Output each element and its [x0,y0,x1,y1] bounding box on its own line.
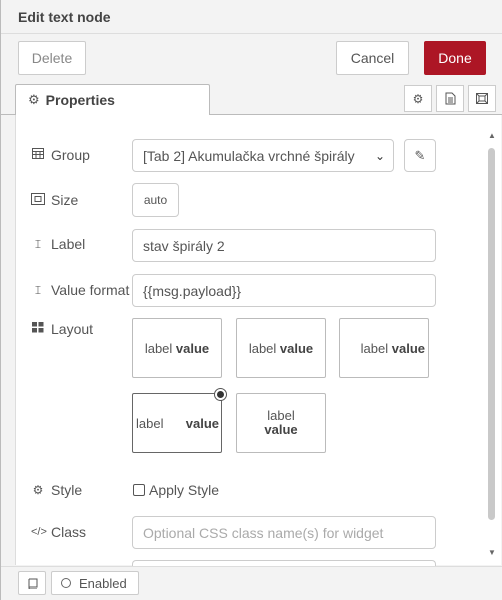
layout-option-row-spread[interactable]: label value [132,393,222,453]
appearance-icon [476,93,488,104]
layout-option-value: value [175,340,210,356]
scroll-down-arrow-icon[interactable]: ▼ [488,548,496,557]
layout-option-label: label [144,340,173,356]
class-label: Class [51,524,87,540]
layout-option-label: label [136,415,164,431]
value-format-input[interactable]: {{msg.payload}} [132,274,436,307]
tray-title: Edit text node [18,9,111,25]
help-book-button[interactable] [18,571,46,595]
layout-label: Layout [51,321,94,337]
apply-style-label[interactable]: Apply Style [149,482,219,498]
chevron-down-icon: ⌄ [374,148,385,163]
style-row-label: ⚙ Style [31,482,83,498]
tab-properties[interactable]: ⚙ Properties [15,84,210,116]
group-select-value: [Tab 2] Akumulačka vrchné špirály [143,147,355,164]
delete-button[interactable]: Delete [18,41,86,75]
tab-settings-icon-button[interactable]: ⚙ [404,85,432,112]
gear-icon: ⚙ [28,92,40,107]
layout-option-value: value [391,340,425,356]
label-row-label: 𝙸 Label [31,236,86,252]
text-cursor-icon: 𝙸 [33,236,43,251]
enabled-toggle[interactable]: Enabled [51,571,139,595]
value-format-row-label: 𝙸 Value format [31,282,130,298]
resize-icon [31,192,45,208]
edit-group-button[interactable]: ✎ [404,139,436,172]
code-icon: </> [31,526,47,538]
tab-properties-label: Properties [45,92,115,108]
grid-icon [31,322,45,336]
gear-icon: ⚙ [412,91,424,106]
class-input[interactable]: Optional CSS class name(s) for widget [132,516,436,549]
tray-header: Edit text node [1,0,502,34]
size-label: Size [51,192,79,208]
layout-option-label: label [267,408,295,423]
layout-option-value: value [279,340,314,356]
circle-icon [61,578,71,588]
enabled-label: Enabled [79,575,127,591]
book-icon [28,578,37,589]
group-label: Group [51,147,90,163]
style-label: Style [51,482,83,498]
layout-option-label: label [248,340,277,356]
scrollbar-thumb[interactable] [488,148,495,520]
layout-option-value: value [264,422,298,437]
done-button[interactable]: Done [424,41,486,75]
value-format-label: Value format [51,282,130,298]
table-icon [31,148,45,162]
layout-option-col-center[interactable]: label value [236,393,326,453]
layout-row-label: Layout [31,321,93,337]
tab-description-icon-button[interactable] [436,85,464,112]
pencil-icon: ✎ [414,147,426,163]
size-row-label: Size [31,192,78,208]
text-cursor-icon: 𝙸 [33,282,43,297]
label-input[interactable]: stav špirály 2 [132,229,436,262]
scroll-up-arrow-icon[interactable]: ▲ [488,131,496,140]
layout-option-row-right[interactable]: label value [339,318,429,378]
tab-appearance-icon-button[interactable] [468,85,496,112]
class-input-placeholder: Optional CSS class name(s) for widget [143,524,384,541]
layout-option-label: label [360,340,389,356]
class-row-label: </> Class [31,524,86,540]
edit-tray: Edit text node Delete Cancel Done ⚙ Prop… [0,0,502,600]
layout-option-row-center[interactable]: label value [236,318,326,378]
description-icon [445,92,455,105]
layout-selected-indicator [214,388,227,401]
size-button[interactable]: auto [132,183,179,217]
cancel-button[interactable]: Cancel [336,41,409,75]
layout-option-row-left[interactable]: label value [132,318,222,378]
group-select[interactable]: [Tab 2] Akumulačka vrchné špirály ⌄ [132,139,394,172]
layout-option-value: value [185,415,219,431]
gear-icon: ⚙ [32,483,44,497]
apply-style-checkbox[interactable] [133,484,145,496]
label-field-label: Label [51,236,86,252]
group-row-label: Group [31,147,90,163]
